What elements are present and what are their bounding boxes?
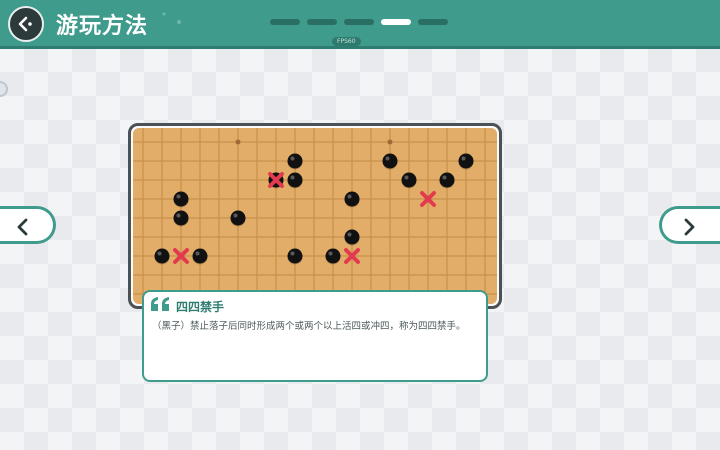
fps-counter: FPS60: [332, 37, 361, 46]
stone-highlight: [176, 213, 181, 218]
black-stone: [230, 210, 246, 226]
black-stone: [287, 172, 303, 188]
stone-highlight: [347, 194, 352, 199]
chevron-right-icon: [684, 218, 695, 236]
quote-icon: [151, 297, 169, 311]
stone-highlight: [442, 175, 447, 180]
black-stone: [344, 191, 360, 207]
black-stone: [154, 248, 170, 264]
progress-segment: [381, 19, 411, 25]
back-arrow-icon: [18, 16, 32, 32]
next-page-button[interactable]: [659, 206, 720, 244]
black-stone: [382, 153, 398, 169]
black-stone: [344, 229, 360, 245]
stone-highlight: [328, 251, 333, 256]
black-stone: [287, 153, 303, 169]
gomoku-board: [133, 128, 497, 304]
black-stone: [173, 210, 189, 226]
back-button[interactable]: [8, 6, 44, 42]
step-progress: [270, 19, 455, 25]
sparkle-decoration-icon: [162, 12, 181, 24]
black-stone: [401, 172, 417, 188]
side-indicator: [0, 81, 8, 97]
star-point: [387, 139, 393, 145]
black-stone: [287, 248, 303, 264]
stone-highlight: [290, 156, 295, 161]
progress-segment: [344, 19, 374, 25]
black-stone: [325, 248, 341, 264]
rule-description: （黑子）禁止落子后同时形成两个或两个以上活四或冲四，称为四四禁手。: [152, 321, 466, 332]
black-stone: [192, 248, 208, 264]
page-title: 游玩方法: [56, 14, 149, 39]
black-stone: [173, 191, 189, 207]
rule-card: 四四禁手 （黑子）禁止落子后同时形成两个或两个以上活四或冲四，称为四四禁手。: [142, 290, 488, 382]
rule-title: 四四禁手: [176, 300, 225, 314]
stone-highlight: [233, 213, 238, 218]
stone-highlight: [290, 251, 295, 256]
stone-highlight: [404, 175, 409, 180]
black-stone: [439, 172, 455, 188]
stone-highlight: [176, 194, 181, 199]
chevron-left-icon: [17, 218, 28, 236]
star-point: [235, 139, 241, 145]
progress-segment: [270, 19, 300, 25]
stone-highlight: [385, 156, 390, 161]
stone-highlight: [157, 251, 162, 256]
progress-segment: [418, 19, 448, 25]
header-bar: 游玩方法 FPS60: [0, 0, 720, 49]
stone-highlight: [195, 251, 200, 256]
prev-page-button[interactable]: [0, 206, 56, 244]
black-stone: [458, 153, 474, 169]
stone-highlight: [347, 232, 352, 237]
progress-segment: [307, 19, 337, 25]
stone-highlight: [290, 175, 295, 180]
stone-highlight: [461, 156, 466, 161]
